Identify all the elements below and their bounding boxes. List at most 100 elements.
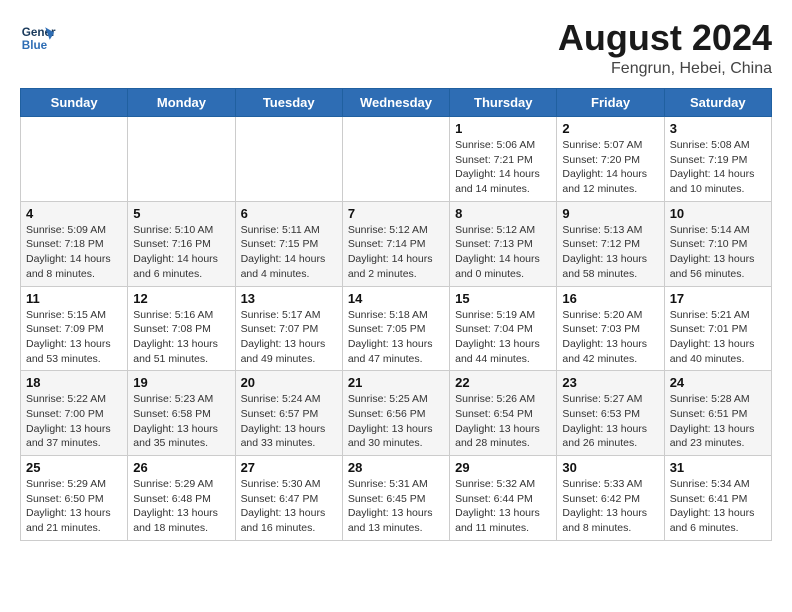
- day-cell: [342, 117, 449, 202]
- weekday-header-thursday: Thursday: [450, 89, 557, 117]
- day-number: 30: [562, 460, 658, 475]
- day-info: Sunrise: 5:22 AM Sunset: 7:00 PM Dayligh…: [26, 392, 122, 451]
- day-cell: 1Sunrise: 5:06 AM Sunset: 7:21 PM Daylig…: [450, 117, 557, 202]
- day-info: Sunrise: 5:25 AM Sunset: 6:56 PM Dayligh…: [348, 392, 444, 451]
- day-cell: 31 Sunrise: 5:34 AM Sunset: 6:41 PM Dayli…: [664, 456, 771, 541]
- day-cell: 20 Sunrise: 5:24 AM Sunset: 6:57 PM Dayli…: [235, 371, 342, 456]
- day-number: 19: [133, 375, 229, 390]
- day-info: Sunrise: 5:30 AM Sunset: 6:47 PM Dayligh…: [241, 477, 337, 536]
- day-info: Sunrise: 5:20 AM Sunset: 7:03 PM Dayligh…: [562, 308, 658, 367]
- day-cell: 13 Sunrise: 5:17 AM Sunset: 7:07 PM Dayli…: [235, 286, 342, 371]
- day-number: 13: [241, 291, 337, 306]
- day-number: 2: [562, 121, 658, 136]
- day-cell: [235, 117, 342, 202]
- day-info: Sunrise: 5:27 AM Sunset: 6:53 PM Dayligh…: [562, 392, 658, 451]
- week-row-2: 4Sunrise: 5:09 AM Sunset: 7:18 PM Daylig…: [21, 201, 772, 286]
- day-number: 11: [26, 291, 122, 306]
- day-info: Sunrise: 5:32 AM Sunset: 6:44 PM Dayligh…: [455, 477, 551, 536]
- day-number: 25: [26, 460, 122, 475]
- weekday-header-friday: Friday: [557, 89, 664, 117]
- day-number: 10: [670, 206, 766, 221]
- day-cell: 8Sunrise: 5:12 AM Sunset: 7:13 PM Daylig…: [450, 201, 557, 286]
- day-info: Sunrise: 5:34 AM Sunset: 6:41 PM Dayligh…: [670, 477, 766, 536]
- day-cell: 30 Sunrise: 5:33 AM Sunset: 6:42 PM Dayli…: [557, 456, 664, 541]
- day-cell: 21Sunrise: 5:25 AM Sunset: 6:56 PM Dayli…: [342, 371, 449, 456]
- day-number: 5: [133, 206, 229, 221]
- day-info: Sunrise: 5:13 AM Sunset: 7:12 PM Dayligh…: [562, 223, 658, 282]
- weekday-header-tuesday: Tuesday: [235, 89, 342, 117]
- week-row-5: 25 Sunrise: 5:29 AM Sunset: 6:50 PM Dayli…: [21, 456, 772, 541]
- location-subtitle: Fengrun, Hebei, China: [558, 60, 772, 78]
- week-row-1: 1Sunrise: 5:06 AM Sunset: 7:21 PM Daylig…: [21, 117, 772, 202]
- day-cell: 22 Sunrise: 5:26 AM Sunset: 6:54 PM Dayli…: [450, 371, 557, 456]
- day-number: 22: [455, 375, 551, 390]
- day-info: Sunrise: 5:33 AM Sunset: 6:42 PM Dayligh…: [562, 477, 658, 536]
- day-cell: 15Sunrise: 5:19 AM Sunset: 7:04 PM Dayli…: [450, 286, 557, 371]
- day-info: Sunrise: 5:17 AM Sunset: 7:07 PM Dayligh…: [241, 308, 337, 367]
- weekday-header-saturday: Saturday: [664, 89, 771, 117]
- calendar-body: 1Sunrise: 5:06 AM Sunset: 7:21 PM Daylig…: [21, 117, 772, 541]
- day-cell: 5 Sunrise: 5:10 AM Sunset: 7:16 PM Daylig…: [128, 201, 235, 286]
- day-number: 18: [26, 375, 122, 390]
- day-info: Sunrise: 5:29 AM Sunset: 6:48 PM Dayligh…: [133, 477, 229, 536]
- day-info: Sunrise: 5:19 AM Sunset: 7:04 PM Dayligh…: [455, 308, 551, 367]
- day-cell: [21, 117, 128, 202]
- day-number: 12: [133, 291, 229, 306]
- day-number: 28: [348, 460, 444, 475]
- day-info: Sunrise: 5:08 AM Sunset: 7:19 PM Dayligh…: [670, 138, 766, 197]
- day-cell: 6 Sunrise: 5:11 AM Sunset: 7:15 PM Daylig…: [235, 201, 342, 286]
- day-info: Sunrise: 5:10 AM Sunset: 7:16 PM Dayligh…: [133, 223, 229, 282]
- day-cell: 7Sunrise: 5:12 AM Sunset: 7:14 PM Daylig…: [342, 201, 449, 286]
- day-cell: 12 Sunrise: 5:16 AM Sunset: 7:08 PM Dayli…: [128, 286, 235, 371]
- day-info: Sunrise: 5:15 AM Sunset: 7:09 PM Dayligh…: [26, 308, 122, 367]
- day-cell: 16 Sunrise: 5:20 AM Sunset: 7:03 PM Dayli…: [557, 286, 664, 371]
- day-number: 23: [562, 375, 658, 390]
- day-cell: 3Sunrise: 5:08 AM Sunset: 7:19 PM Daylig…: [664, 117, 771, 202]
- day-info: Sunrise: 5:31 AM Sunset: 6:45 PM Dayligh…: [348, 477, 444, 536]
- day-cell: 9 Sunrise: 5:13 AM Sunset: 7:12 PM Daylig…: [557, 201, 664, 286]
- day-info: Sunrise: 5:23 AM Sunset: 6:58 PM Dayligh…: [133, 392, 229, 451]
- day-info: Sunrise: 5:16 AM Sunset: 7:08 PM Dayligh…: [133, 308, 229, 367]
- day-number: 31: [670, 460, 766, 475]
- day-number: 26: [133, 460, 229, 475]
- svg-text:Blue: Blue: [22, 39, 48, 52]
- day-number: 6: [241, 206, 337, 221]
- day-number: 17: [670, 291, 766, 306]
- day-number: 20: [241, 375, 337, 390]
- day-cell: [128, 117, 235, 202]
- day-number: 8: [455, 206, 551, 221]
- day-number: 4: [26, 206, 122, 221]
- day-cell: 11 Sunrise: 5:15 AM Sunset: 7:09 PM Dayli…: [21, 286, 128, 371]
- day-number: 1: [455, 121, 551, 136]
- day-info: Sunrise: 5:26 AM Sunset: 6:54 PM Dayligh…: [455, 392, 551, 451]
- day-info: Sunrise: 5:11 AM Sunset: 7:15 PM Dayligh…: [241, 223, 337, 282]
- day-cell: 18 Sunrise: 5:22 AM Sunset: 7:00 PM Dayli…: [21, 371, 128, 456]
- day-info: Sunrise: 5:18 AM Sunset: 7:05 PM Dayligh…: [348, 308, 444, 367]
- week-row-4: 18 Sunrise: 5:22 AM Sunset: 7:00 PM Dayli…: [21, 371, 772, 456]
- day-cell: 10Sunrise: 5:14 AM Sunset: 7:10 PM Dayli…: [664, 201, 771, 286]
- logo-icon: General Blue: [20, 20, 56, 56]
- day-cell: 19 Sunrise: 5:23 AM Sunset: 6:58 PM Dayli…: [128, 371, 235, 456]
- day-cell: 17Sunrise: 5:21 AM Sunset: 7:01 PM Dayli…: [664, 286, 771, 371]
- weekday-header-monday: Monday: [128, 89, 235, 117]
- day-cell: 26 Sunrise: 5:29 AM Sunset: 6:48 PM Dayli…: [128, 456, 235, 541]
- header: General Blue August 2024 Fengrun, Hebei,…: [20, 20, 772, 78]
- day-cell: 14 Sunrise: 5:18 AM Sunset: 7:05 PM Dayli…: [342, 286, 449, 371]
- weekday-header-row: SundayMondayTuesdayWednesdayThursdayFrid…: [21, 89, 772, 117]
- day-info: Sunrise: 5:24 AM Sunset: 6:57 PM Dayligh…: [241, 392, 337, 451]
- day-number: 14: [348, 291, 444, 306]
- day-number: 27: [241, 460, 337, 475]
- weekday-header-wednesday: Wednesday: [342, 89, 449, 117]
- day-cell: 2 Sunrise: 5:07 AM Sunset: 7:20 PM Daylig…: [557, 117, 664, 202]
- month-title: August 2024: [558, 20, 772, 56]
- day-cell: 25 Sunrise: 5:29 AM Sunset: 6:50 PM Dayli…: [21, 456, 128, 541]
- day-info: Sunrise: 5:29 AM Sunset: 6:50 PM Dayligh…: [26, 477, 122, 536]
- day-number: 9: [562, 206, 658, 221]
- weekday-header-sunday: Sunday: [21, 89, 128, 117]
- day-number: 24: [670, 375, 766, 390]
- day-cell: 24 Sunrise: 5:28 AM Sunset: 6:51 PM Dayli…: [664, 371, 771, 456]
- day-info: Sunrise: 5:07 AM Sunset: 7:20 PM Dayligh…: [562, 138, 658, 197]
- day-number: 16: [562, 291, 658, 306]
- day-info: Sunrise: 5:28 AM Sunset: 6:51 PM Dayligh…: [670, 392, 766, 451]
- day-number: 29: [455, 460, 551, 475]
